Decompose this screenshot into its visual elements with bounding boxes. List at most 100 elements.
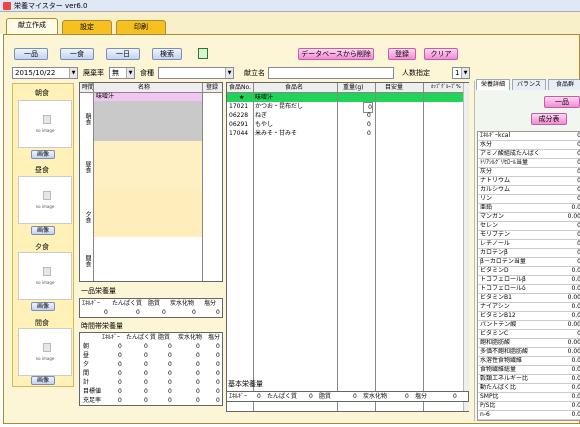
copy-icon[interactable] (198, 48, 208, 59)
list-item: リン0 (478, 195, 580, 204)
dinner-image-button[interactable]: 画像 (31, 302, 55, 311)
nutrient-name: トコフェロールδ (480, 285, 526, 292)
breakfast-image: no image (18, 100, 72, 148)
cell: 0 (144, 379, 148, 386)
no-image-text: no image (35, 128, 55, 133)
row-label: 朝 (83, 343, 90, 350)
search-button[interactable]: 検索 (152, 48, 182, 60)
cell: 0 (168, 379, 172, 386)
nutrient-value: 0.0 (571, 204, 580, 211)
nutrient-value: 0.00 (567, 294, 580, 301)
ichinichi-button[interactable]: 一日 (106, 48, 140, 60)
list-item: 亜鉛 0.0 (478, 204, 580, 213)
tab-bar: 献立作成 設定 印刷 (0, 12, 580, 34)
nutrient-value: 0.0 (571, 303, 580, 310)
snack-label: 間食 (35, 319, 49, 327)
snack-image-button[interactable]: 画像 (31, 376, 55, 385)
nutrient-name: 飽和脂肪酸 (480, 339, 511, 346)
waste-value: 無 (112, 69, 119, 77)
divider (337, 83, 338, 411)
date-field[interactable]: 2015/10/22 ▼ (12, 67, 78, 79)
waste-label: 廃棄率 (83, 69, 104, 77)
row-label: 昼 (83, 352, 90, 359)
label-salt: 塩分 (415, 393, 428, 400)
ippin-button[interactable]: 一品 (14, 48, 48, 60)
nutrient-value: 0.00 (567, 348, 580, 355)
photo-icon (43, 343, 51, 352)
dinner-label: 夕食 (35, 243, 49, 251)
table-row[interactable]: 17044 米みそ・甘みそ 0 (227, 129, 463, 138)
people-select[interactable]: 1 ▼ (452, 67, 470, 79)
clear-button[interactable]: クリア (424, 48, 458, 60)
isshoku-button[interactable]: 一食 (60, 48, 94, 60)
tab-settings[interactable]: 設定 (62, 20, 112, 34)
meal-image-panel: 朝食 no image 画像 昼食 no image 画像 夕食 no imag… (12, 83, 74, 387)
nutrient-name: パントテン酸 (480, 321, 517, 328)
lunch-image-button[interactable]: 画像 (31, 226, 55, 235)
nutrient-name: 食物繊維総量 (480, 366, 517, 373)
tab-nutrition-detail[interactable]: 栄養詳細 (476, 79, 510, 90)
nutrient-name: モリブデン (480, 231, 511, 238)
nutrient-name: セレン (480, 222, 499, 229)
nutrient-value: 0.0 (571, 285, 580, 292)
cell: 0 (216, 379, 220, 386)
list-item: アミノ酸組成たんぱく0 (478, 150, 580, 159)
snack-rows[interactable] (94, 237, 202, 281)
dinner-rows[interactable] (94, 189, 202, 237)
seibun-button[interactable]: 成分表 (531, 113, 567, 125)
right-ippin-button[interactable]: 一品 (544, 96, 580, 108)
food-table-scrollbar[interactable] (463, 83, 469, 411)
chevron-down-icon[interactable]: ▼ (69, 68, 77, 78)
cell: 0 (144, 352, 148, 359)
table-row: 間 0 0 0 0 0 (80, 369, 222, 378)
waste-select[interactable]: 無 ▼ (109, 67, 135, 79)
breakfast-image-button[interactable]: 画像 (31, 150, 55, 159)
meal-type-select[interactable]: ▼ (158, 67, 234, 79)
list-item: レチノール0 (478, 240, 580, 249)
list-item: 水溶性食物繊維 0.0 (478, 357, 580, 366)
tab-food-group[interactable]: 食品群 (548, 79, 580, 90)
cell: 0 (118, 352, 122, 359)
table-row[interactable]: 06228 ねぎ 0 (227, 111, 463, 120)
chevron-down-icon[interactable]: ▼ (461, 68, 469, 78)
nutrient-value: 0.0 (571, 411, 580, 418)
nutrient-name: 亜鉛 (480, 204, 493, 211)
tab-balance[interactable]: バランス (512, 79, 546, 90)
header-carb: 炭水化物 (170, 300, 195, 307)
cell: 0 (216, 361, 220, 368)
menu-name-input[interactable] (268, 67, 394, 79)
chevron-down-icon[interactable]: ▼ (126, 68, 134, 78)
menu-row-selected[interactable]: 味噌汁 (94, 93, 202, 101)
nutrient-name: マンガン (480, 213, 505, 220)
lunch-rows[interactable] (94, 141, 202, 189)
time-column: 朝食 昼食 夕食 間食 (80, 93, 93, 281)
nutrient-name: アミノ酸組成たんぱく (480, 150, 540, 157)
food-no: 06228 (229, 112, 249, 119)
delete-from-database-button[interactable]: データベースから削除 (298, 48, 374, 60)
window-title: 栄養マイスター ver6.0 (14, 2, 88, 10)
tab-menu-create[interactable]: 献立作成 (6, 18, 58, 34)
list-item: パントテン酸 0.00 (478, 321, 580, 330)
chevron-down-icon[interactable]: ▼ (225, 68, 233, 78)
tab-print[interactable]: 印刷 (116, 20, 166, 34)
value-protein: 0 (309, 393, 313, 400)
time-nutrition-rows: 朝 0 0 0 0 0 昼 0 0 0 0 0 夕 0 0 0 0 0 間 0 … (80, 342, 222, 405)
list-item: n-6 0.0 (478, 411, 580, 420)
value-energy: 0 (257, 393, 261, 400)
nutrient-name: ナイアシン (480, 303, 510, 310)
table-row[interactable]: 06291 もやし 0 (227, 120, 463, 129)
nutrient-value: 0.00 (567, 213, 580, 220)
cell: 0 (216, 397, 220, 404)
cell: 0 (196, 343, 200, 350)
ippin-nutrition-table: ｴﾈﾙｷﾞｰ たんぱく質 脂質 炭水化物 塩分 0 0 0 0 0 (79, 298, 223, 318)
list-item: カルシウム0 (478, 186, 580, 195)
table-row: 朝 0 0 0 0 0 (80, 342, 222, 351)
nutrient-name: 穀類エネルギー比 (480, 375, 529, 382)
time-nutrition-table: ｴﾈﾙｷﾞｰ たんぱく質 脂質 炭水化物 塩分 朝 0 0 0 0 0 昼 0 … (79, 332, 223, 406)
food-row-highlight[interactable]: ★ 味噌汁 (227, 93, 463, 102)
header-protein: たんぱく質 (112, 300, 143, 307)
nutrient-name: リン (480, 195, 493, 202)
register-button[interactable]: 登録 (388, 48, 416, 60)
row-label: 目標値 (83, 388, 102, 395)
table-row[interactable]: 17021 かつお・昆布だし 0 (227, 102, 463, 113)
